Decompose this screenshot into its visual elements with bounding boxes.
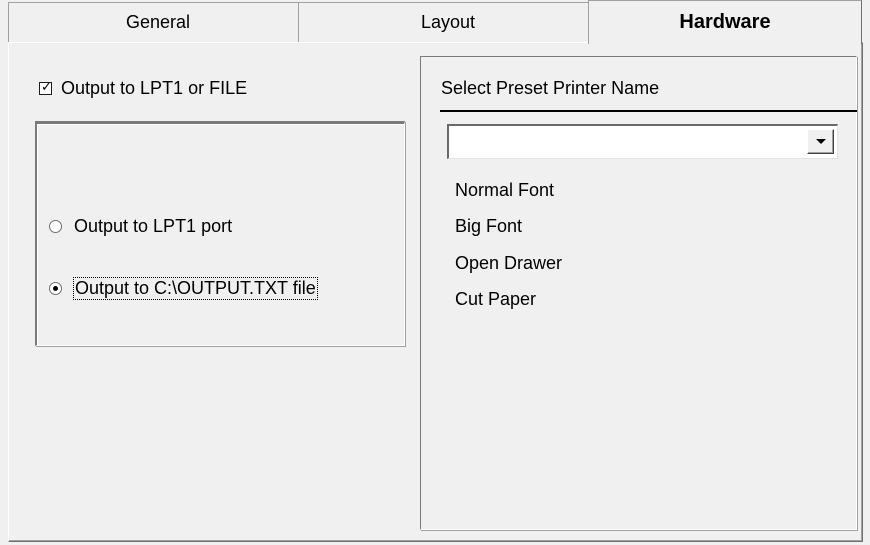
radio-circle-lpt1[interactable] bbox=[49, 219, 62, 233]
checkmark-icon: ✓ bbox=[41, 78, 52, 94]
tab-page-hardware: ✓ Output to LPT1 or FILE Output to LPT1 … bbox=[8, 42, 863, 542]
command-cut-paper: Cut Paper bbox=[455, 289, 537, 309]
radio-output-lpt1-port-label: Output to LPT1 port bbox=[74, 215, 233, 236]
preset-printer-heading: Select Preset Printer Name bbox=[441, 78, 660, 98]
command-open-drawer: Open Drawer bbox=[455, 253, 563, 273]
tab-general-label: General bbox=[125, 12, 191, 32]
radio-output-file-label: Output to C:\OUTPUT.TXT file bbox=[73, 276, 318, 300]
chevron-down-icon bbox=[815, 139, 826, 144]
dropdown-button[interactable] bbox=[807, 129, 834, 154]
printer-settings-dialog: General Layout Hardware ✓ Output to LPT1… bbox=[0, 0, 870, 545]
heading-divider bbox=[440, 110, 857, 112]
command-normal-font: Normal Font bbox=[455, 180, 555, 200]
tab-strip: General Layout Hardware bbox=[0, 0, 870, 44]
output-lpt1-or-file-label: Output to LPT1 or FILE bbox=[61, 77, 248, 98]
radio-output-lpt1-port[interactable]: Output to LPT1 port bbox=[49, 214, 232, 238]
tab-layout-label: Layout bbox=[420, 12, 476, 32]
tab-layout[interactable]: Layout bbox=[298, 2, 598, 42]
preset-printer-combobox[interactable] bbox=[447, 124, 838, 159]
tab-general[interactable]: General bbox=[8, 2, 308, 42]
radio-circle-file[interactable] bbox=[49, 281, 62, 295]
output-lpt1-or-file-checkbox[interactable]: ✓ Output to LPT1 or FILE bbox=[39, 77, 247, 99]
tab-hardware-label: Hardware bbox=[679, 11, 771, 33]
checkbox-box[interactable]: ✓ bbox=[39, 78, 52, 95]
preset-printer-panel: Select Preset Printer Name Normal Font B… bbox=[420, 56, 857, 530]
command-big-font: Big Font bbox=[455, 216, 523, 236]
tab-hardware[interactable]: Hardware bbox=[588, 0, 862, 44]
radio-selected-dot-icon bbox=[53, 285, 58, 291]
radio-output-file[interactable]: Output to C:\OUTPUT.TXT file bbox=[49, 276, 318, 300]
